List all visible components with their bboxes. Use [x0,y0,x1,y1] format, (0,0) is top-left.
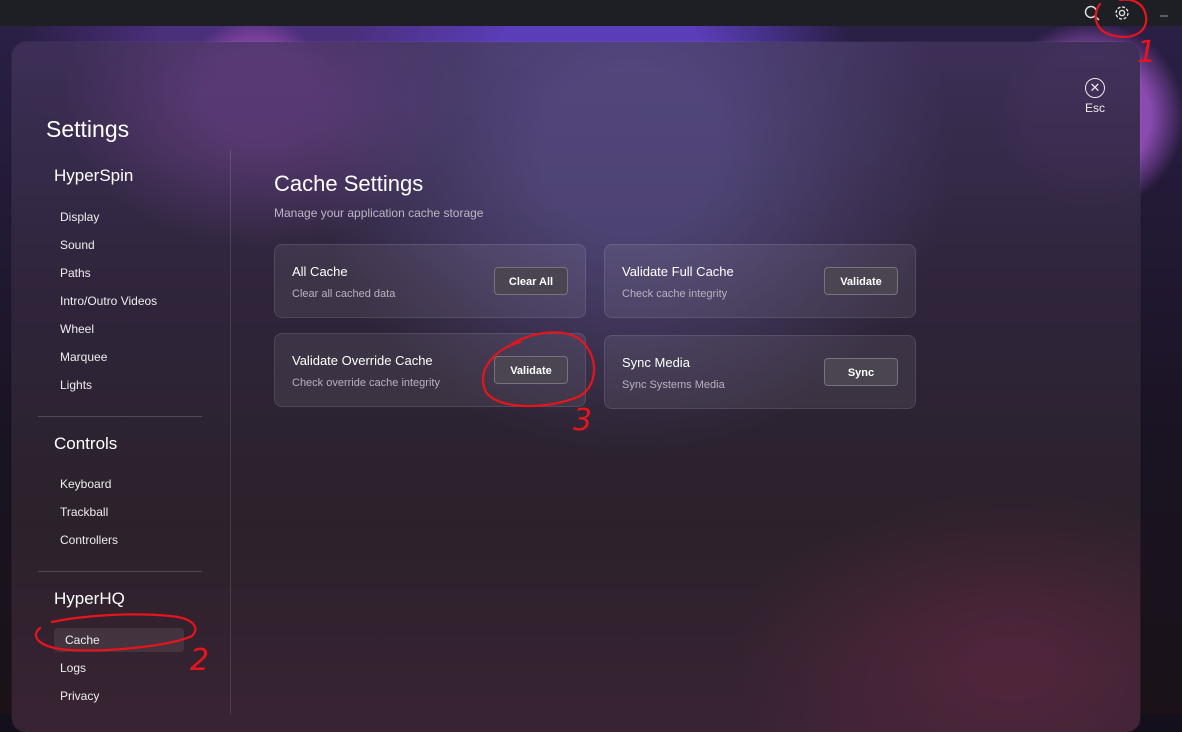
sidebar-separator [230,150,231,714]
card-description: Check cache integrity [622,288,728,300]
card-description: Check override cache integrity [292,377,440,389]
search-icon[interactable] [1083,4,1101,22]
card-title: Sync Media [622,355,690,370]
card-all-cache: All Cache Clear all cached data Clear Al… [274,244,586,318]
card-title: Validate Full Cache [622,264,734,279]
sidebar-item-wheel[interactable]: Wheel [54,317,184,341]
title-bar [0,0,1182,26]
sidebar-item-privacy[interactable]: Privacy [54,684,184,708]
page-title: Cache Settings [274,171,424,196]
sidebar-divider [38,416,202,417]
sidebar-item-marquee[interactable]: Marquee [54,345,184,369]
sidebar-item-controllers[interactable]: Controllers [54,528,184,552]
sidebar-item-cache[interactable]: Cache [54,628,184,652]
card-description: Clear all cached data [292,288,396,300]
sidebar-item-lights[interactable]: Lights [54,373,184,397]
card-description: Sync Systems Media [622,379,725,391]
section-title-controls: Controls [54,434,118,453]
card-validate-override-cache: Validate Override Cache Check override c… [274,333,586,407]
sidebar-item-intro-outro-videos[interactable]: Intro/Outro Videos [54,289,184,313]
esc-label: Esc [1084,101,1105,115]
page-subtitle: Manage your application cache storage [274,206,484,220]
sidebar-item-sound[interactable]: Sound [54,233,184,257]
esc-button[interactable]: ✕ Esc [1082,78,1108,115]
clear-all-button[interactable]: Clear All [494,267,568,295]
sidebar-item-display[interactable]: Display [54,205,184,229]
gear-icon[interactable] [1113,4,1131,22]
minimize-icon[interactable] [1155,4,1173,22]
close-circle-icon: ✕ [1085,78,1105,98]
card-sync-media: Sync Media Sync Systems Media Sync [604,335,916,409]
sidebar-divider [38,571,202,572]
validate-override-cache-button[interactable]: Validate [494,356,568,384]
sidebar-item-paths[interactable]: Paths [54,261,184,285]
validate-full-cache-button[interactable]: Validate [824,267,898,295]
card-title: All Cache [292,264,348,279]
sidebar-item-trackball[interactable]: Trackball [54,500,184,524]
section-title-hyperhq: HyperHQ [54,589,125,608]
settings-title: Settings [46,116,130,142]
section-title-hyperspin: HyperSpin [54,166,134,185]
sidebar-item-logs[interactable]: Logs [54,656,184,680]
card-validate-full-cache: Validate Full Cache Check cache integrit… [604,244,916,318]
sync-media-button[interactable]: Sync [824,358,898,386]
sidebar-item-keyboard[interactable]: Keyboard [54,472,184,496]
card-title: Validate Override Cache [292,353,433,368]
